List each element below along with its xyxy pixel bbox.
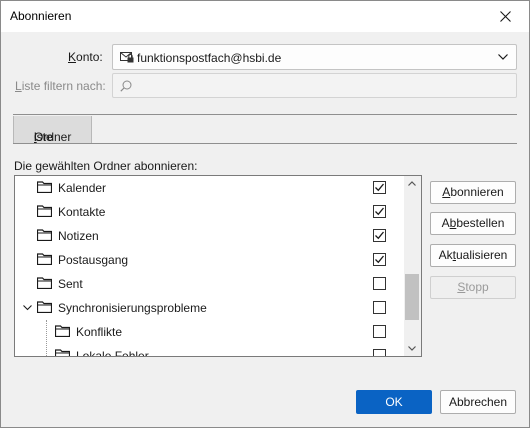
close-button[interactable] (483, 1, 529, 32)
folder-name: Kalender (58, 181, 107, 195)
checkmark-icon (375, 231, 385, 240)
vertical-scrollbar[interactable] (404, 176, 421, 356)
chevron-down-icon[interactable] (23, 305, 32, 311)
subscribe-button[interactable]: Abonnieren (430, 181, 516, 204)
stop-button[interactable]: Stopp (430, 276, 516, 299)
subscribe-checkbox[interactable] (373, 181, 386, 194)
filter-label: Liste filtern nach: (15, 79, 106, 93)
refresh-button[interactable]: Aktualisieren (430, 244, 516, 267)
tab-folder-list[interactable]: Ordner l iste (13, 116, 92, 144)
folder-name: Lokale Fehler (76, 349, 149, 357)
tab-underline (13, 143, 517, 144)
checkmark-icon (375, 183, 385, 192)
folder-icon (37, 277, 52, 289)
cancel-button[interactable]: Abbrechen (440, 390, 516, 414)
folder-name: Sent (58, 277, 83, 291)
window-title: Abonnieren (10, 9, 72, 23)
folder-icon (37, 301, 52, 313)
chevron-down-icon (498, 54, 508, 60)
folder-icon (55, 325, 70, 337)
account-value: funktionspostfach@hsbi.de (137, 51, 282, 65)
subscribe-checkbox[interactable] (373, 325, 386, 338)
search-icon (120, 80, 132, 92)
title-bar: Abonnieren (1, 1, 529, 32)
folder-icon (37, 253, 52, 265)
subscribe-dialog: Abonnieren Konto: funktionspostfach@hsbi… (0, 0, 530, 428)
folder-icon (37, 181, 52, 193)
subscribe-checkbox[interactable] (373, 301, 386, 314)
subscribe-checkbox[interactable] (373, 349, 386, 356)
checkmark-icon (375, 207, 385, 216)
folder-row-kalender[interactable]: Kalender (15, 176, 405, 200)
folder-row-synchronisierungsprobleme[interactable]: Synchronisierungsprobleme (15, 296, 405, 320)
ok-button[interactable]: OK (356, 390, 432, 414)
folder-name: Synchronisierungsprobleme (58, 301, 207, 315)
mailbox-lock-icon (120, 52, 134, 63)
subscribe-checkbox[interactable] (373, 277, 386, 290)
subscribe-checkbox[interactable] (373, 253, 386, 266)
subscribe-checkbox[interactable] (373, 205, 386, 218)
account-dropdown[interactable]: funktionspostfach@hsbi.de (112, 44, 517, 70)
folder-name: Postausgang (58, 253, 129, 267)
folder-icon (37, 229, 52, 241)
scroll-up-icon[interactable] (408, 181, 416, 186)
folder-name: Kontakte (58, 205, 106, 219)
scroll-down-icon[interactable] (408, 346, 416, 351)
folder-row-sent[interactable]: Sent (15, 272, 405, 296)
close-icon (500, 11, 511, 22)
folder-name: Konflikte (76, 325, 123, 339)
unsubscribe-button[interactable]: Abbestellen (430, 212, 516, 235)
folder-icon (37, 205, 52, 217)
account-label: Konto: (68, 50, 103, 64)
folder-icon (55, 349, 70, 356)
checkmark-icon (375, 255, 385, 264)
folder-row-postausgang[interactable]: Postausgang (15, 248, 405, 272)
filter-input[interactable] (112, 73, 517, 98)
folder-row-notizen[interactable]: Notizen (15, 224, 405, 248)
folder-name: Notizen (58, 229, 99, 243)
folder-tree[interactable]: Kalender Kontakte Notizen Postausgang Se… (14, 175, 422, 357)
subscribe-checkbox[interactable] (373, 229, 386, 242)
folder-list-heading: Die gewählten Ordner abonnieren: (14, 159, 198, 173)
scrollbar-thumb[interactable] (405, 274, 419, 320)
folder-row-konflikte[interactable]: Konflikte (15, 320, 405, 344)
folder-row-lokale-fehler[interactable]: Lokale Fehler (15, 344, 405, 357)
folder-row-kontakte[interactable]: Kontakte (15, 200, 405, 224)
divider (13, 114, 517, 115)
